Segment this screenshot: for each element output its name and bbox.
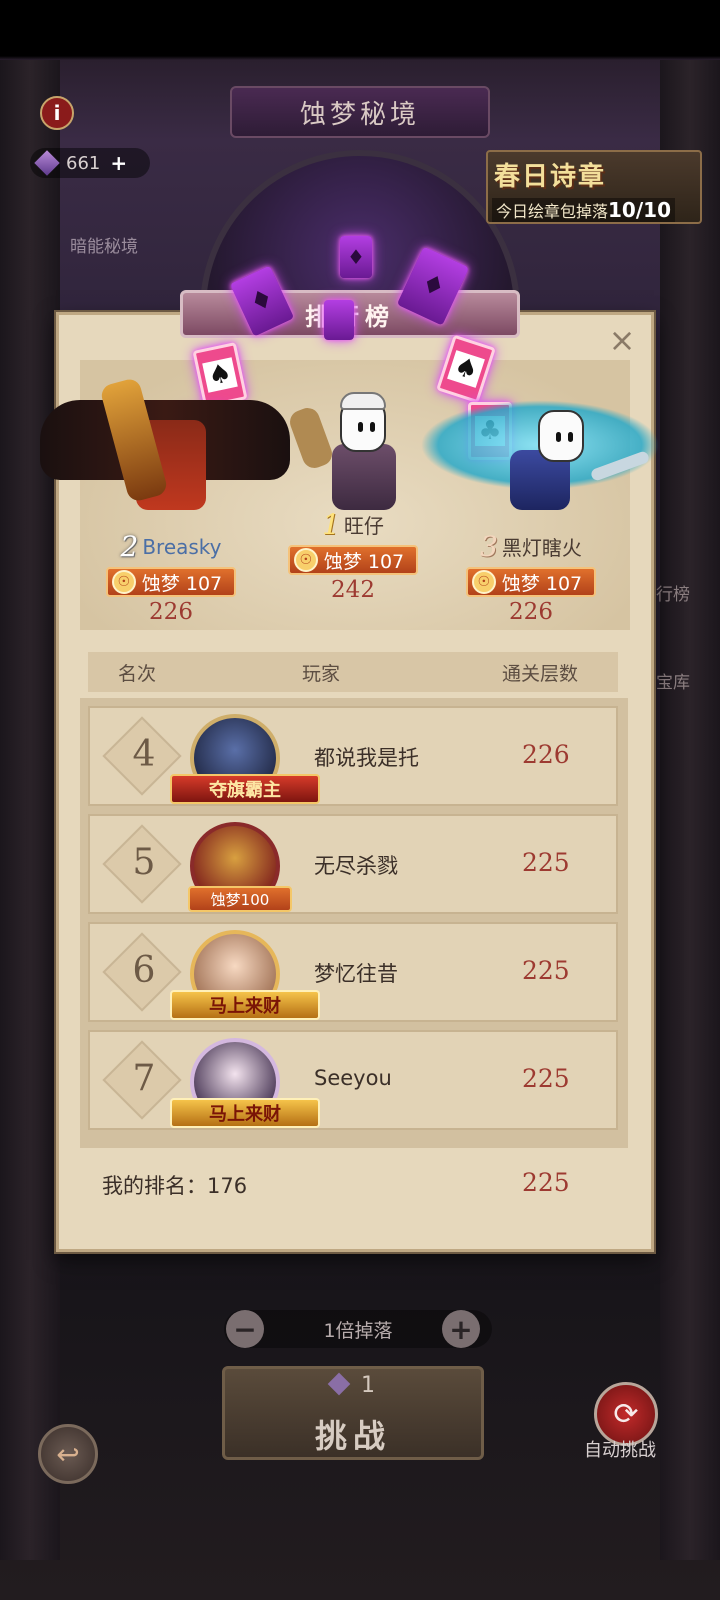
podium-rank-1[interactable]: 1 旺仔 ☉ 蚀梦 107 242: [278, 508, 428, 603]
player-score: 242: [331, 577, 375, 603]
player-name: 都说我是托: [314, 746, 419, 770]
title-plate: 马上来财: [170, 1098, 320, 1128]
decrease-button[interactable]: −: [226, 1310, 264, 1348]
currency-display: 661 +: [30, 148, 150, 178]
back-arrow-icon: ↩: [56, 1437, 80, 1471]
player-score: 226: [149, 599, 193, 625]
dream-icon: ☉: [293, 548, 318, 572]
list-item[interactable]: 6 马上来财 梦忆往昔 225: [88, 922, 618, 1022]
rank-number: 6: [132, 950, 156, 991]
challenge-button[interactable]: 1 挑战: [222, 1366, 484, 1460]
currency-amount: 661: [66, 152, 101, 174]
dream-icon: ☉: [471, 570, 496, 594]
player-score: 226: [509, 599, 553, 625]
player-name: 旺仔: [343, 514, 384, 538]
hero-rank-1[interactable]: [286, 388, 426, 518]
auto-challenge-label: 自动挑战: [584, 1440, 656, 1461]
level-badge: ☉ 蚀梦 107: [287, 545, 419, 575]
left-pillar: [0, 60, 60, 1560]
list-header: 名次 玩家 通关层数: [88, 652, 618, 692]
page-title: 蚀梦秘境: [230, 86, 490, 138]
list-item[interactable]: 4 夺旗霸主 都说我是托 226: [88, 706, 618, 806]
hero-rank-3[interactable]: [420, 390, 660, 520]
podium-rank-2[interactable]: 2 Breasky ☉ 蚀梦 107 226: [96, 530, 246, 625]
side-label-leaderboard[interactable]: 行榜: [656, 580, 690, 605]
side-label-treasury[interactable]: 宝库: [656, 668, 690, 693]
card-icon: [324, 300, 354, 340]
event-subtitle: 今日绘章包掉落10/10: [492, 198, 675, 222]
dream-icon: ☉: [111, 570, 136, 594]
my-rank-label: 我的排名：176: [102, 1174, 248, 1198]
event-title: 春日诗章: [494, 162, 607, 192]
player-name: 梦忆往昔: [314, 962, 398, 986]
rank-number: 1: [322, 508, 340, 541]
podium-rank-3[interactable]: 3 黑灯瞎火 ☉ 蚀梦 107 226: [456, 530, 606, 625]
hero-coat: [332, 444, 396, 510]
podium-name-row: 1 旺仔: [278, 508, 428, 541]
challenge-label: 挑战: [314, 1417, 391, 1455]
list-item[interactable]: 5 蚀梦100 无尽杀戮 225: [88, 814, 618, 914]
player-score: 225: [522, 848, 570, 877]
add-currency-button[interactable]: +: [110, 151, 127, 175]
gem-icon: [34, 150, 60, 176]
rank-number: 2: [120, 530, 139, 563]
player-score: 226: [522, 740, 570, 769]
column-player: 玩家: [302, 662, 341, 685]
back-button[interactable]: ↩: [38, 1424, 98, 1484]
event-banner[interactable]: 春日诗章 今日绘章包掉落10/10: [486, 150, 702, 224]
column-floors: 通关层数: [502, 662, 579, 685]
game-screen: 蚀梦秘境 i 661 + 暗能秘境 春日诗章 今日绘章包掉落10/10 行榜 宝…: [0, 0, 720, 1600]
hero-hair: [340, 392, 386, 410]
level-badge: ☉ 蚀梦 107: [465, 567, 597, 597]
title-plate: 夺旗霸主: [170, 774, 320, 804]
gem-icon: [327, 1372, 351, 1396]
podium-name-row: 2 Breasky: [96, 530, 246, 563]
rank-number: 4: [132, 734, 156, 775]
info-button[interactable]: i: [40, 96, 74, 130]
drop-label: 1倍掉落: [323, 1319, 393, 1342]
ranking-list[interactable]: 4 夺旗霸主 都说我是托 226 5 蚀梦100 无尽杀戮 225 6 马上来财…: [80, 698, 628, 1148]
hero-head: [538, 410, 584, 462]
level-badge: 蚀梦100: [188, 886, 292, 912]
info-icon: i: [53, 101, 61, 125]
refresh-icon: ⟳: [613, 1396, 639, 1432]
player-name: Breasky: [142, 534, 222, 559]
challenge-cost: 1: [225, 1372, 481, 1398]
player-name: 黑灯瞎火: [501, 536, 582, 560]
event-progress: 10/10: [608, 198, 671, 222]
dungeon-sub-label: 暗能秘境: [70, 237, 138, 257]
player-name: 无尽杀戮: [314, 854, 398, 878]
level-badge: ☉ 蚀梦 107: [105, 567, 237, 597]
player-score: 225: [522, 956, 570, 985]
my-score: 225: [522, 1168, 570, 1197]
player-score: 225: [522, 1064, 570, 1093]
close-button[interactable]: ×: [604, 321, 640, 359]
podium-name-row: 3 黑灯瞎火: [456, 530, 606, 563]
rank-number: 3: [480, 530, 498, 563]
rank-number: 7: [132, 1058, 156, 1099]
column-rank: 名次: [118, 662, 157, 685]
rank-number: 5: [132, 842, 156, 883]
right-pillar: [660, 60, 720, 1560]
hero-rank-2[interactable]: [40, 376, 290, 520]
player-name: Seeyou: [314, 1066, 392, 1090]
title-plate: 马上来财: [170, 990, 320, 1020]
card-diamond-icon: ♦: [340, 236, 372, 278]
increase-button[interactable]: +: [442, 1310, 480, 1348]
list-item[interactable]: 7 马上来财 Seeyou 225: [88, 1030, 618, 1130]
